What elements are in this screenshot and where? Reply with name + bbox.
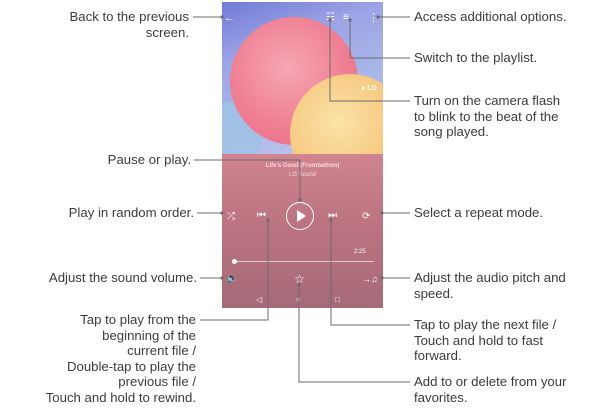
callout-next: Tap to play the next file / Touch and ho… (414, 317, 557, 363)
callout-previous: Tap to play from the beginning of the cu… (45, 312, 196, 405)
callout-volume: Adjust the sound volume. (48, 270, 197, 285)
callout-repeat: Select a repeat mode. (414, 205, 544, 220)
callout-pitch: Adjust the audio pitch and speed. (414, 270, 566, 301)
callout-favorite: Add to or delete from your favorites. (414, 374, 567, 405)
callout-back: Back to the previous screen. (69, 9, 190, 40)
callout-shuffle: Play in random order. (68, 205, 194, 220)
callout-flash: Turn on the camera flash to blink to the… (414, 93, 561, 139)
callout-options: Access additional options. (414, 9, 567, 24)
callout-pause: Pause or play. (107, 152, 191, 167)
callout-playlist: Switch to the playlist. (414, 50, 538, 65)
